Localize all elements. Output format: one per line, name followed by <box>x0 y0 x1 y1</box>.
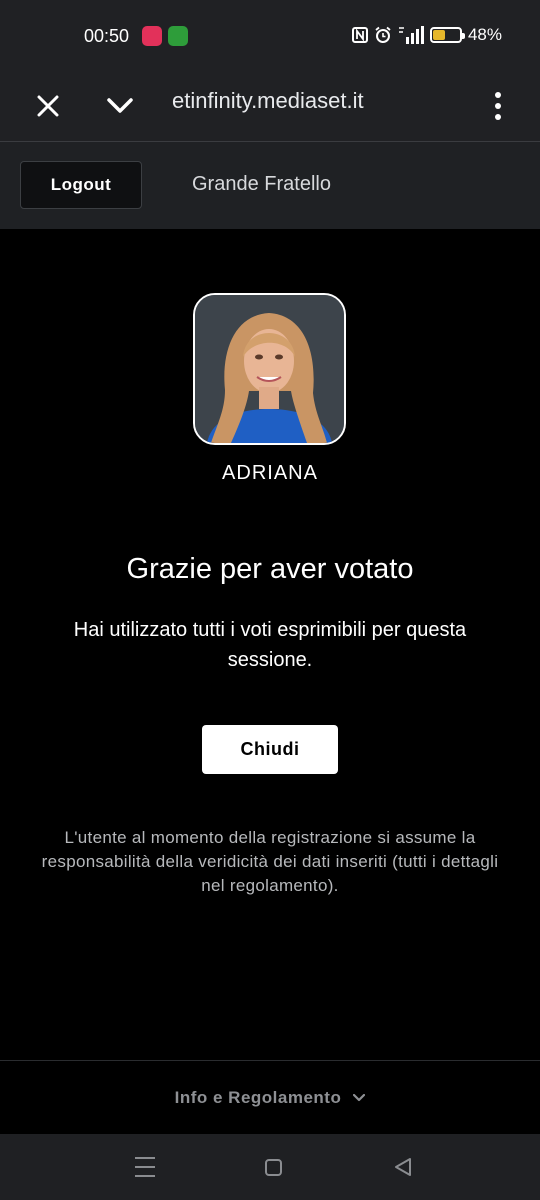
chevron-down-icon <box>353 1093 366 1101</box>
nfc-icon <box>351 27 368 43</box>
battery-percent: 48% <box>467 25 502 44</box>
footer-label: Info e Regolamento <box>174 1087 342 1107</box>
game-notification-icon <box>168 26 188 46</box>
menu-icon <box>135 1157 155 1159</box>
signal-icon <box>398 26 424 44</box>
confirmation-message: Hai utilizzato tutti i voti esprimibili … <box>73 619 467 671</box>
browser-toolbar: etinfinity.mediaset.it <box>0 72 540 142</box>
battery-fill <box>432 30 446 40</box>
back-button[interactable] <box>393 1157 413 1177</box>
minimize-button[interactable] <box>102 88 138 124</box>
candidate-name: ADRIANA <box>222 462 318 484</box>
close-icon <box>37 95 59 117</box>
recent-apps-button[interactable] <box>135 1157 155 1177</box>
url-bar[interactable]: etinfinity.mediaset.it <box>172 88 422 114</box>
home-button[interactable] <box>265 1159 282 1176</box>
page-title: Grande Fratello <box>192 173 331 195</box>
info-rules-toggle[interactable]: Info e Regolamento <box>0 1060 540 1134</box>
confirmation-title: Grazie per aver votato <box>126 553 414 585</box>
status-time: 00:50 <box>84 26 130 46</box>
close-tab-button[interactable] <box>30 88 66 124</box>
close-button[interactable]: Chiudi <box>202 725 338 774</box>
battery-icon <box>429 27 465 43</box>
chevron-down-icon <box>107 98 133 113</box>
status-icons: 48% <box>351 25 502 45</box>
shopping-notification-icon <box>142 26 162 46</box>
more-vert-icon <box>495 92 501 98</box>
more-options-button[interactable] <box>488 86 508 126</box>
status-bar: 00:50 48% <box>0 0 540 72</box>
page-header: Logout Grande Fratello <box>0 142 540 229</box>
logout-button[interactable]: Logout <box>20 161 142 209</box>
candidate-photo <box>195 295 344 443</box>
candidate-avatar <box>193 293 346 445</box>
alarm-icon <box>375 26 391 43</box>
disclaimer-text: L'utente al momento della registrazione … <box>41 828 499 895</box>
system-nav-bar <box>0 1134 540 1200</box>
